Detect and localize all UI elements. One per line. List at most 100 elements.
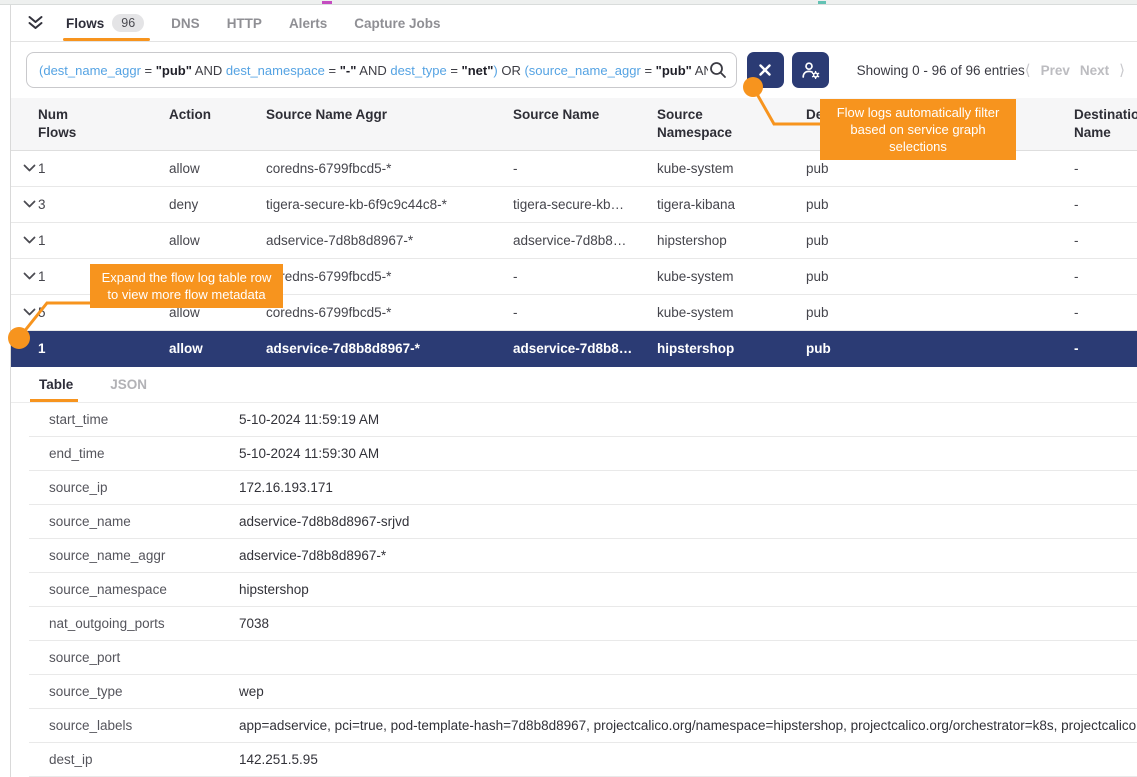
expand-row-chevron-icon[interactable]	[11, 200, 38, 209]
detail-field-key: source_labels	[49, 718, 239, 733]
expand-row-chevron-icon[interactable]	[11, 344, 38, 353]
cell-source-name: -	[513, 161, 657, 176]
detail-field-value: adservice-7d8b8d8967-srjvd	[239, 514, 1137, 529]
prev-angle-icon: ⟨	[1025, 61, 1031, 79]
expand-row-chevron-icon[interactable]	[11, 272, 38, 281]
clear-filter-button[interactable]	[747, 52, 784, 88]
prev-button[interactable]: Prev	[1041, 63, 1070, 78]
flow-table-row[interactable]: 3 deny tigera-secure-kb-6f9c9c44c8-* tig…	[11, 187, 1137, 223]
expand-row-chevron-icon[interactable]	[11, 164, 38, 173]
detail-tab-label: JSON	[110, 377, 147, 392]
cell-source-name-aggr: coredns-6799fbcd5-*	[266, 161, 513, 176]
cell-source-namespace: tigera-kibana	[657, 197, 806, 212]
query-token: "net"	[462, 63, 494, 78]
column-header-action[interactable]: Action	[169, 106, 266, 142]
tab-flows[interactable]: Flows 96	[66, 5, 144, 41]
query-token: dest_type	[390, 63, 446, 78]
detail-field-key: start_time	[49, 412, 239, 427]
query-token: "pub"	[656, 63, 692, 78]
detail-row: end_time 5-10-2024 11:59:30 AM	[29, 437, 1137, 471]
detail-row: nat_outgoing_ports 7038	[29, 607, 1137, 641]
expand-row-chevron-icon[interactable]	[11, 236, 38, 245]
cell-source-namespace: kube-system	[657, 161, 806, 176]
top-strip-speck	[818, 1, 826, 4]
tab-alerts[interactable]: Alerts	[289, 5, 327, 41]
cell-source-name: tigera-secure-kb…	[513, 197, 657, 212]
detail-row: source_type wep	[29, 675, 1137, 709]
detail-field-key: source_namespace	[49, 582, 239, 597]
filter-query-input[interactable]: (dest_name_aggr = "pub" AND dest_namespa…	[26, 52, 737, 88]
user-settings-button[interactable]	[792, 52, 829, 88]
cell-source-name: -	[513, 269, 657, 284]
cell-num-flows: 1	[38, 161, 169, 176]
cell-num-flows: 1	[38, 233, 169, 248]
detail-field-key: source_port	[49, 650, 239, 665]
tab-label: Alerts	[289, 16, 327, 31]
detail-tab-json[interactable]: JSON	[110, 367, 147, 402]
column-header-source-name[interactable]: Source Name	[513, 106, 657, 142]
detail-row: start_time 5-10-2024 11:59:19 AM	[29, 403, 1137, 437]
column-header-num-flows[interactable]: Num Flows	[38, 106, 90, 142]
tab-dns[interactable]: DNS	[171, 5, 200, 41]
detail-tab-table[interactable]: Table	[39, 367, 73, 402]
tab-bar: Flows 96 DNS HTTP Alerts Capture Jobs	[11, 5, 1137, 42]
query-token: AND	[356, 63, 390, 78]
cell-num-flows: 1	[38, 341, 169, 356]
flow-table-row-selected[interactable]: 1 allow adservice-7d8b8d8967-* adservice…	[11, 331, 1137, 367]
cell-source-name-aggr: tigera-secure-kb-6f9c9c44c8-*	[266, 197, 513, 212]
detail-row: dest_ip 142.251.5.95	[29, 743, 1137, 777]
collapse-double-chevron-icon[interactable]	[27, 15, 44, 31]
cell-action: allow	[169, 341, 266, 356]
close-icon	[758, 63, 772, 77]
query-token: AND	[192, 63, 226, 78]
query-token: =	[447, 63, 462, 78]
cell-source-name-aggr: coredns-6799fbcd5-*	[266, 305, 513, 320]
top-strip-speck	[322, 1, 332, 4]
cell-destination-name: -	[1074, 161, 1137, 176]
entries-count-text: Showing 0 - 96 of 96 entries	[857, 63, 1025, 78]
cell-dest-name-aggr: pub	[806, 197, 1074, 212]
cell-dest-name-aggr: pub	[806, 341, 1074, 356]
cell-dest-name-aggr: pub	[806, 269, 1074, 284]
column-header-source-namespace[interactable]: Source Namespace	[657, 106, 749, 142]
tab-capture-jobs[interactable]: Capture Jobs	[354, 5, 440, 41]
detail-tabs: Table JSON	[11, 367, 1137, 403]
detail-field-value: 5-10-2024 11:59:19 AM	[239, 412, 1137, 427]
detail-tab-label: Table	[39, 377, 73, 392]
tab-bar-tabs: Flows 96 DNS HTTP Alerts Capture Jobs	[66, 5, 440, 41]
next-button[interactable]: Next	[1080, 63, 1109, 78]
detail-row: source_labels app=adservice, pci=true, p…	[29, 709, 1137, 743]
flow-table-body: 1 allow coredns-6799fbcd5-* - kube-syste…	[11, 151, 1137, 367]
query-token: ANI	[692, 63, 708, 78]
cell-source-namespace: kube-system	[657, 305, 806, 320]
detail-field-value: adservice-7d8b8d8967-*	[239, 548, 1137, 563]
cell-source-namespace: hipstershop	[657, 233, 806, 248]
detail-field-value: 142.251.5.95	[239, 752, 1137, 767]
cell-source-name-aggr: adservice-7d8b8d8967-*	[266, 233, 513, 248]
column-header-destination-name[interactable]: Destination Name	[1074, 106, 1137, 142]
cell-dest-name-aggr: pub	[806, 305, 1074, 320]
tab-http[interactable]: HTTP	[227, 5, 262, 41]
cell-destination-name: -	[1074, 305, 1137, 320]
cell-action: allow	[169, 233, 266, 248]
search-icon[interactable]	[708, 60, 728, 80]
pager: ⟨ Prev Next ⟩	[1025, 61, 1125, 79]
flow-table-row[interactable]: 1 allow adservice-7d8b8d8967-* adservice…	[11, 223, 1137, 259]
cell-source-name-aggr: coredns-6799fbcd5-*	[266, 269, 513, 284]
expand-row-chevron-icon[interactable]	[11, 308, 38, 317]
cell-destination-name: -	[1074, 341, 1137, 356]
detail-field-value: 5-10-2024 11:59:30 AM	[239, 446, 1137, 461]
filter-query: (dest_name_aggr = "pub" AND dest_namespa…	[39, 63, 708, 78]
cell-source-name: -	[513, 305, 657, 320]
query-token: "-"	[340, 63, 357, 78]
detail-field-key: source_name_aggr	[49, 548, 239, 563]
query-token: dest_name_aggr	[43, 63, 141, 78]
tooltip-expand-row: Expand the flow log table row to view mo…	[90, 264, 283, 308]
query-token: =	[325, 63, 340, 78]
cell-dest-name-aggr: pub	[806, 161, 1074, 176]
query-token: dest_namespace	[226, 63, 325, 78]
detail-row: source_name_aggr adservice-7d8b8d8967-*	[29, 539, 1137, 573]
column-header-source-name-aggr[interactable]: Source Name Aggr	[266, 106, 513, 142]
tab-count-badge: 96	[112, 14, 144, 32]
cell-num-flows: 3	[38, 197, 169, 212]
